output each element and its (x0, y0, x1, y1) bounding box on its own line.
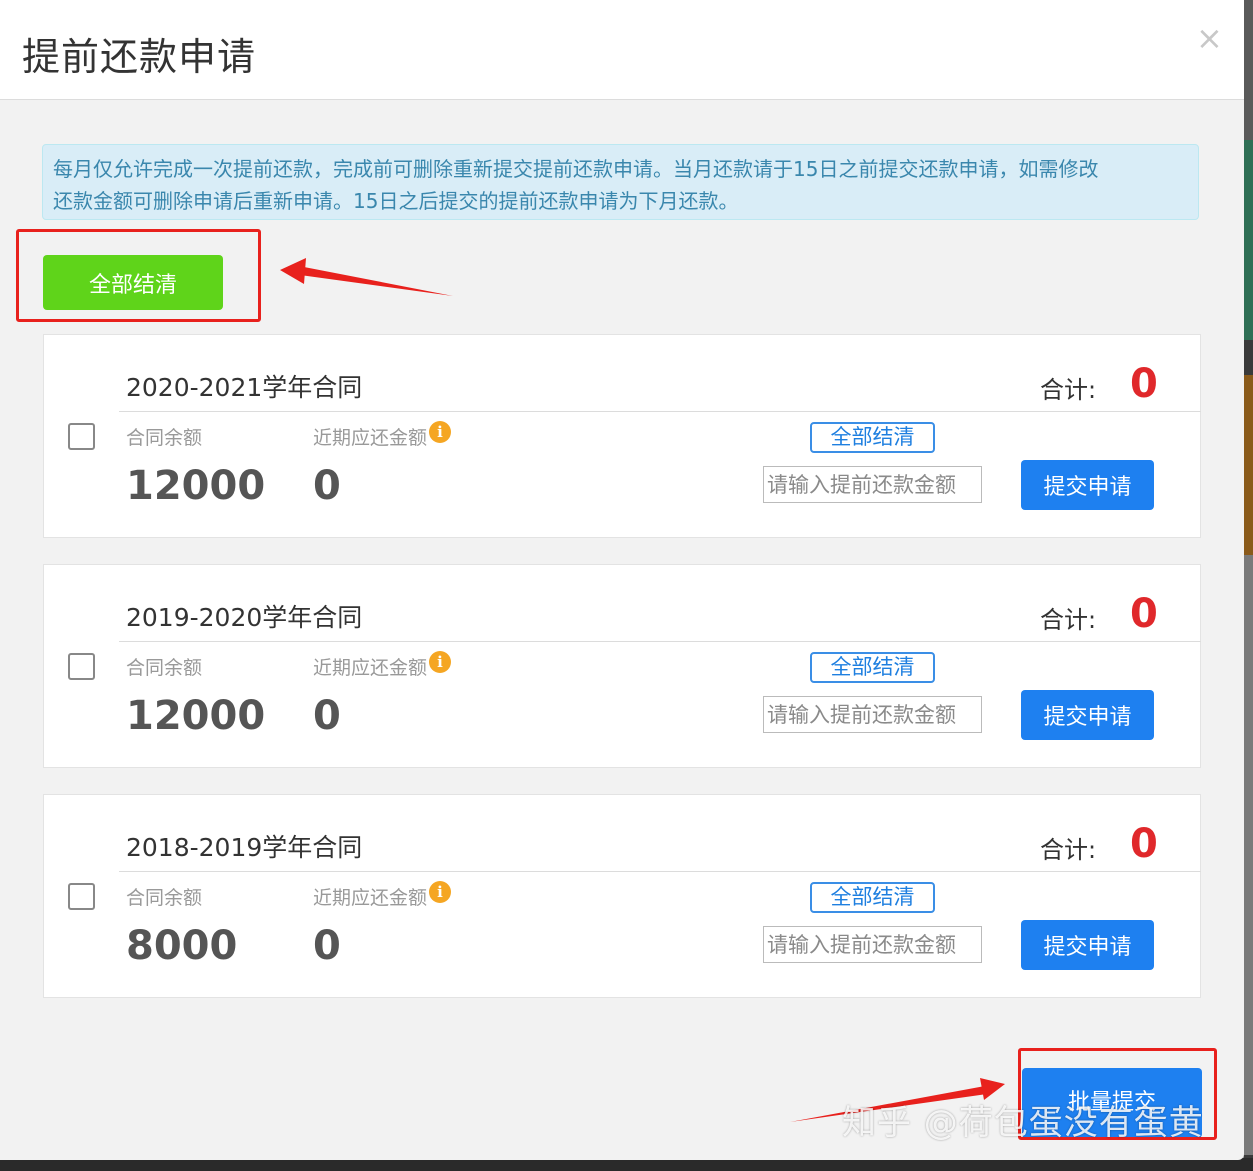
annotation-arrow (280, 258, 453, 296)
watermark: 知乎 @荷包蛋没有蛋黄 (842, 1103, 1204, 1143)
annotation-arrows (280, 258, 1005, 1122)
